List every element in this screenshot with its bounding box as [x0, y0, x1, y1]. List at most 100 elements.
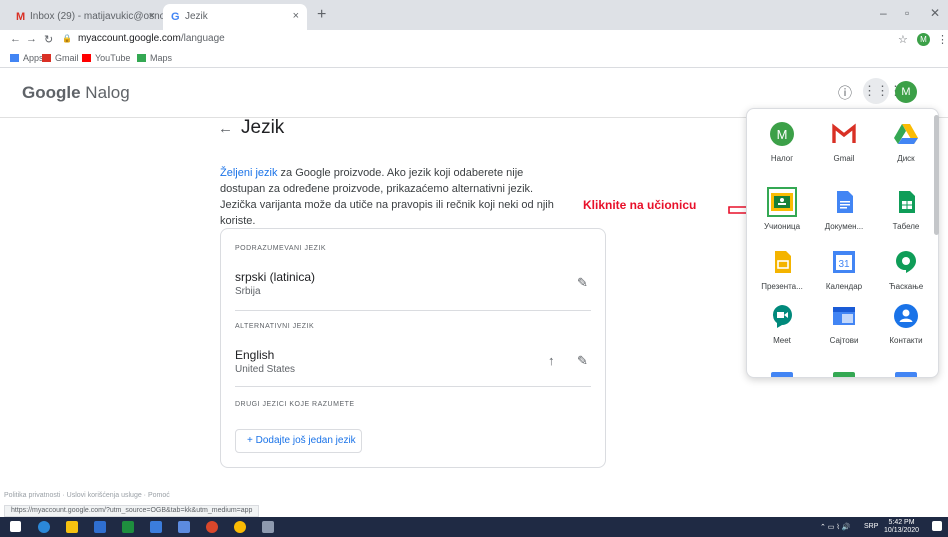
app-label: Диск — [897, 154, 915, 163]
bookmark-label: Apps — [23, 53, 44, 63]
app-account[interactable]: M Налог — [751, 121, 813, 163]
move-up-arrow-icon[interactable]: ↑ — [548, 353, 555, 368]
google-apps-button[interactable]: ⋮⋮⋮ — [863, 78, 902, 104]
slides-icon — [775, 251, 791, 273]
page-title: ← Jezik — [218, 117, 284, 139]
taskbar-clock[interactable]: 5:42 PM 10/13/2020 — [884, 519, 919, 535]
google-account-logo[interactable]: Google Nalog — [22, 83, 130, 103]
app-slides[interactable]: Презента... — [751, 249, 813, 291]
sites-icon — [833, 307, 855, 325]
clock-time: 5:42 PM — [888, 519, 915, 526]
gmail-icon — [42, 54, 51, 62]
bookmark-maps[interactable]: Maps — [137, 53, 172, 63]
url-path: /language — [180, 33, 225, 44]
tab-jezik[interactable]: G Jezik × — [163, 4, 307, 30]
contacts-icon — [894, 304, 918, 328]
tray-icons[interactable]: ⌃ ▭ ⌇ 🔊 — [820, 523, 850, 531]
apps-grid-icon — [10, 54, 19, 62]
svg-text:31: 31 — [838, 259, 850, 270]
chrome-icon[interactable] — [234, 521, 246, 533]
hangouts-icon — [895, 251, 916, 273]
section-alternative-language: ALTERNATIVNI JEZIK — [235, 323, 315, 330]
close-icon[interactable]: × — [149, 10, 155, 22]
app-meet[interactable]: Meet — [751, 303, 813, 345]
photos-icon[interactable] — [150, 521, 162, 533]
windows-start-icon[interactable] — [10, 521, 21, 532]
edit-pencil-icon[interactable]: ✎ — [577, 275, 588, 291]
address-bar-row: ← → ↻ 🔒 myaccount.google.com/language ☆ M… — [0, 30, 948, 50]
section-other-languages: DRUGI JEZICI KOJE RAZUMETE — [235, 401, 355, 408]
logo-product: Nalog — [85, 83, 130, 102]
app-label: Докумен... — [824, 222, 864, 231]
alt-language-name: English — [235, 348, 275, 362]
app-hangouts[interactable]: Ћаскање — [875, 249, 937, 291]
maps-icon — [137, 54, 146, 62]
preferred-language-link[interactable]: Željeni jezik — [220, 167, 277, 179]
excel-icon[interactable] — [122, 521, 134, 533]
forward-icon[interactable]: → — [26, 33, 37, 45]
profile-avatar[interactable]: M — [917, 33, 930, 46]
paint-icon[interactable] — [262, 521, 274, 533]
powerpoint-icon[interactable] — [206, 521, 218, 533]
footer-links[interactable]: Politika privatnosti · Uslovi korišćenja… — [4, 492, 170, 499]
account-avatar[interactable]: M — [895, 81, 917, 103]
annotation-text: Kliknite na učionicu — [583, 198, 697, 212]
app-calendar[interactable]: 31 Календар — [813, 249, 875, 291]
close-icon[interactable]: × — [293, 10, 299, 22]
minimize-icon[interactable]: – — [880, 6, 887, 20]
docs-icon — [837, 191, 853, 213]
bookmark-label: Maps — [150, 53, 173, 63]
add-language-button[interactable]: + Dodajte još jedan jezik — [235, 429, 362, 453]
back-arrow-icon[interactable]: ← — [218, 120, 233, 137]
gmail-icon: M — [16, 11, 26, 23]
youtube-icon — [82, 54, 91, 62]
edge-icon[interactable] — [38, 521, 50, 533]
app-sites[interactable]: Сајтови — [813, 303, 875, 345]
notifications-icon[interactable] — [932, 521, 942, 531]
svg-text:M: M — [777, 127, 788, 142]
back-icon[interactable]: ← — [10, 33, 21, 45]
app-label: Ћаскање — [888, 282, 924, 291]
app-label: Учионица — [763, 222, 801, 231]
browser-tab-strip: M Inbox (29) - matijavukic@osnov × G Jez… — [0, 0, 948, 30]
sheets-icon — [899, 191, 915, 213]
app-contacts[interactable]: Контакти — [875, 303, 937, 345]
bookmark-gmail[interactable]: Gmail — [42, 53, 79, 63]
edit-pencil-icon[interactable]: ✎ — [577, 353, 588, 369]
app-label: Налог — [770, 154, 794, 163]
store-icon[interactable] — [178, 521, 190, 533]
bookmark-label: YouTube — [95, 53, 131, 63]
bookmark-apps[interactable]: Apps — [10, 53, 44, 63]
url-host: myaccount.google.com — [77, 33, 181, 44]
file-explorer-icon[interactable] — [66, 521, 78, 533]
maximize-icon[interactable]: ▫ — [905, 6, 909, 20]
lock-icon: 🔒 — [62, 34, 72, 43]
app-gmail[interactable]: Gmail — [813, 121, 875, 163]
section-default-language: PODRAZUMEVANI JEZIK — [235, 245, 327, 252]
reload-icon[interactable]: ↻ — [44, 33, 53, 46]
tray-language[interactable]: SRP — [864, 523, 878, 530]
default-language-name: srpski (latinica) — [235, 270, 316, 284]
star-icon[interactable]: ☆ — [898, 33, 908, 46]
word-icon[interactable] — [94, 521, 106, 533]
close-window-icon[interactable]: ✕ — [930, 6, 940, 20]
tab-title: Inbox (29) - matijavukic@osnov — [30, 11, 163, 22]
page-title-text: Jezik — [241, 117, 285, 138]
app-sheets[interactable]: Табеле — [875, 189, 937, 231]
divider — [235, 310, 591, 311]
app-label: Gmail — [833, 154, 855, 163]
new-tab-icon[interactable]: + — [317, 6, 326, 24]
menu-icon[interactable]: ⋮ — [937, 33, 948, 46]
app-drive[interactable]: Диск — [875, 121, 937, 163]
google-icon: G — [171, 11, 180, 23]
bookmark-youtube[interactable]: YouTube — [82, 53, 130, 63]
bookmarks-bar: Apps Gmail YouTube Maps — [0, 50, 948, 68]
apps-popup-scrollbar[interactable] — [934, 115, 939, 235]
bookmark-label: Gmail — [55, 53, 79, 63]
app-classroom[interactable]: Учионица — [751, 187, 813, 231]
url-field[interactable]: 🔒 myaccount.google.com/language — [62, 33, 225, 44]
tab-gmail-inbox[interactable]: M Inbox (29) - matijavukic@osnov × — [8, 4, 163, 30]
help-icon[interactable]: ⓘ — [838, 83, 852, 103]
default-language-region: Srbija — [235, 286, 261, 297]
app-docs[interactable]: Докумен... — [813, 189, 875, 231]
